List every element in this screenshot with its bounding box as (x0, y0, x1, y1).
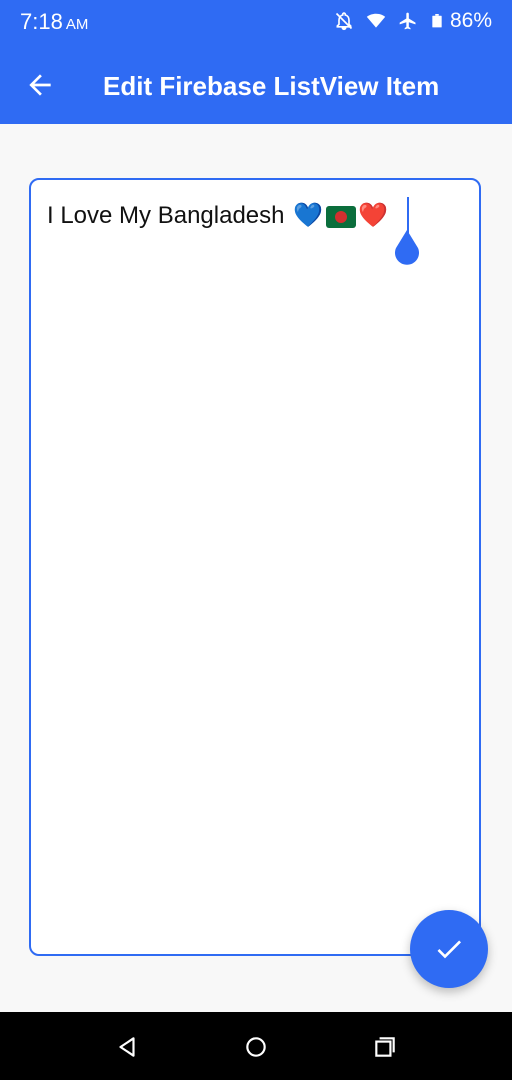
blue-heart-emoji: 💙 (293, 202, 324, 229)
arrow-back-icon[interactable] (24, 69, 56, 101)
red-heart-emoji: ❤️ (358, 202, 388, 229)
ampm-text: AM (65, 16, 89, 33)
battery: 86% (430, 9, 492, 33)
save-button[interactable] (410, 910, 488, 988)
notifications-off-icon (335, 12, 353, 31)
time-text: 7:18 (20, 9, 63, 34)
text-cursor (407, 197, 409, 233)
status-time: 7:18 AM (20, 9, 88, 35)
status-icons: 86% (334, 9, 492, 33)
page-title: Edit Firebase ListView Item (103, 71, 440, 101)
item-text: I Love My Bangladesh (47, 202, 285, 229)
cursor-handle-icon[interactable] (392, 230, 422, 266)
status-bar: 7:18 AM 86% (0, 0, 512, 46)
system-nav-bar (0, 1012, 512, 1080)
battery-percent: 86% (449, 9, 492, 32)
input-value[interactable]: I Love My Bangladesh 💙 ❤️ (47, 201, 388, 230)
airplane-icon (399, 12, 416, 30)
wifi-icon (366, 13, 386, 28)
bangladesh-flag-icon (326, 205, 357, 228)
home-icon[interactable] (243, 1034, 269, 1060)
item-text-input[interactable]: I Love My Bangladesh 💙 ❤️ (29, 178, 481, 956)
recents-icon[interactable] (372, 1034, 398, 1060)
battery-icon (432, 14, 442, 28)
app-bar: Edit Firebase ListView Item (0, 46, 512, 124)
back-icon[interactable] (114, 1034, 140, 1060)
check-icon (437, 940, 461, 959)
